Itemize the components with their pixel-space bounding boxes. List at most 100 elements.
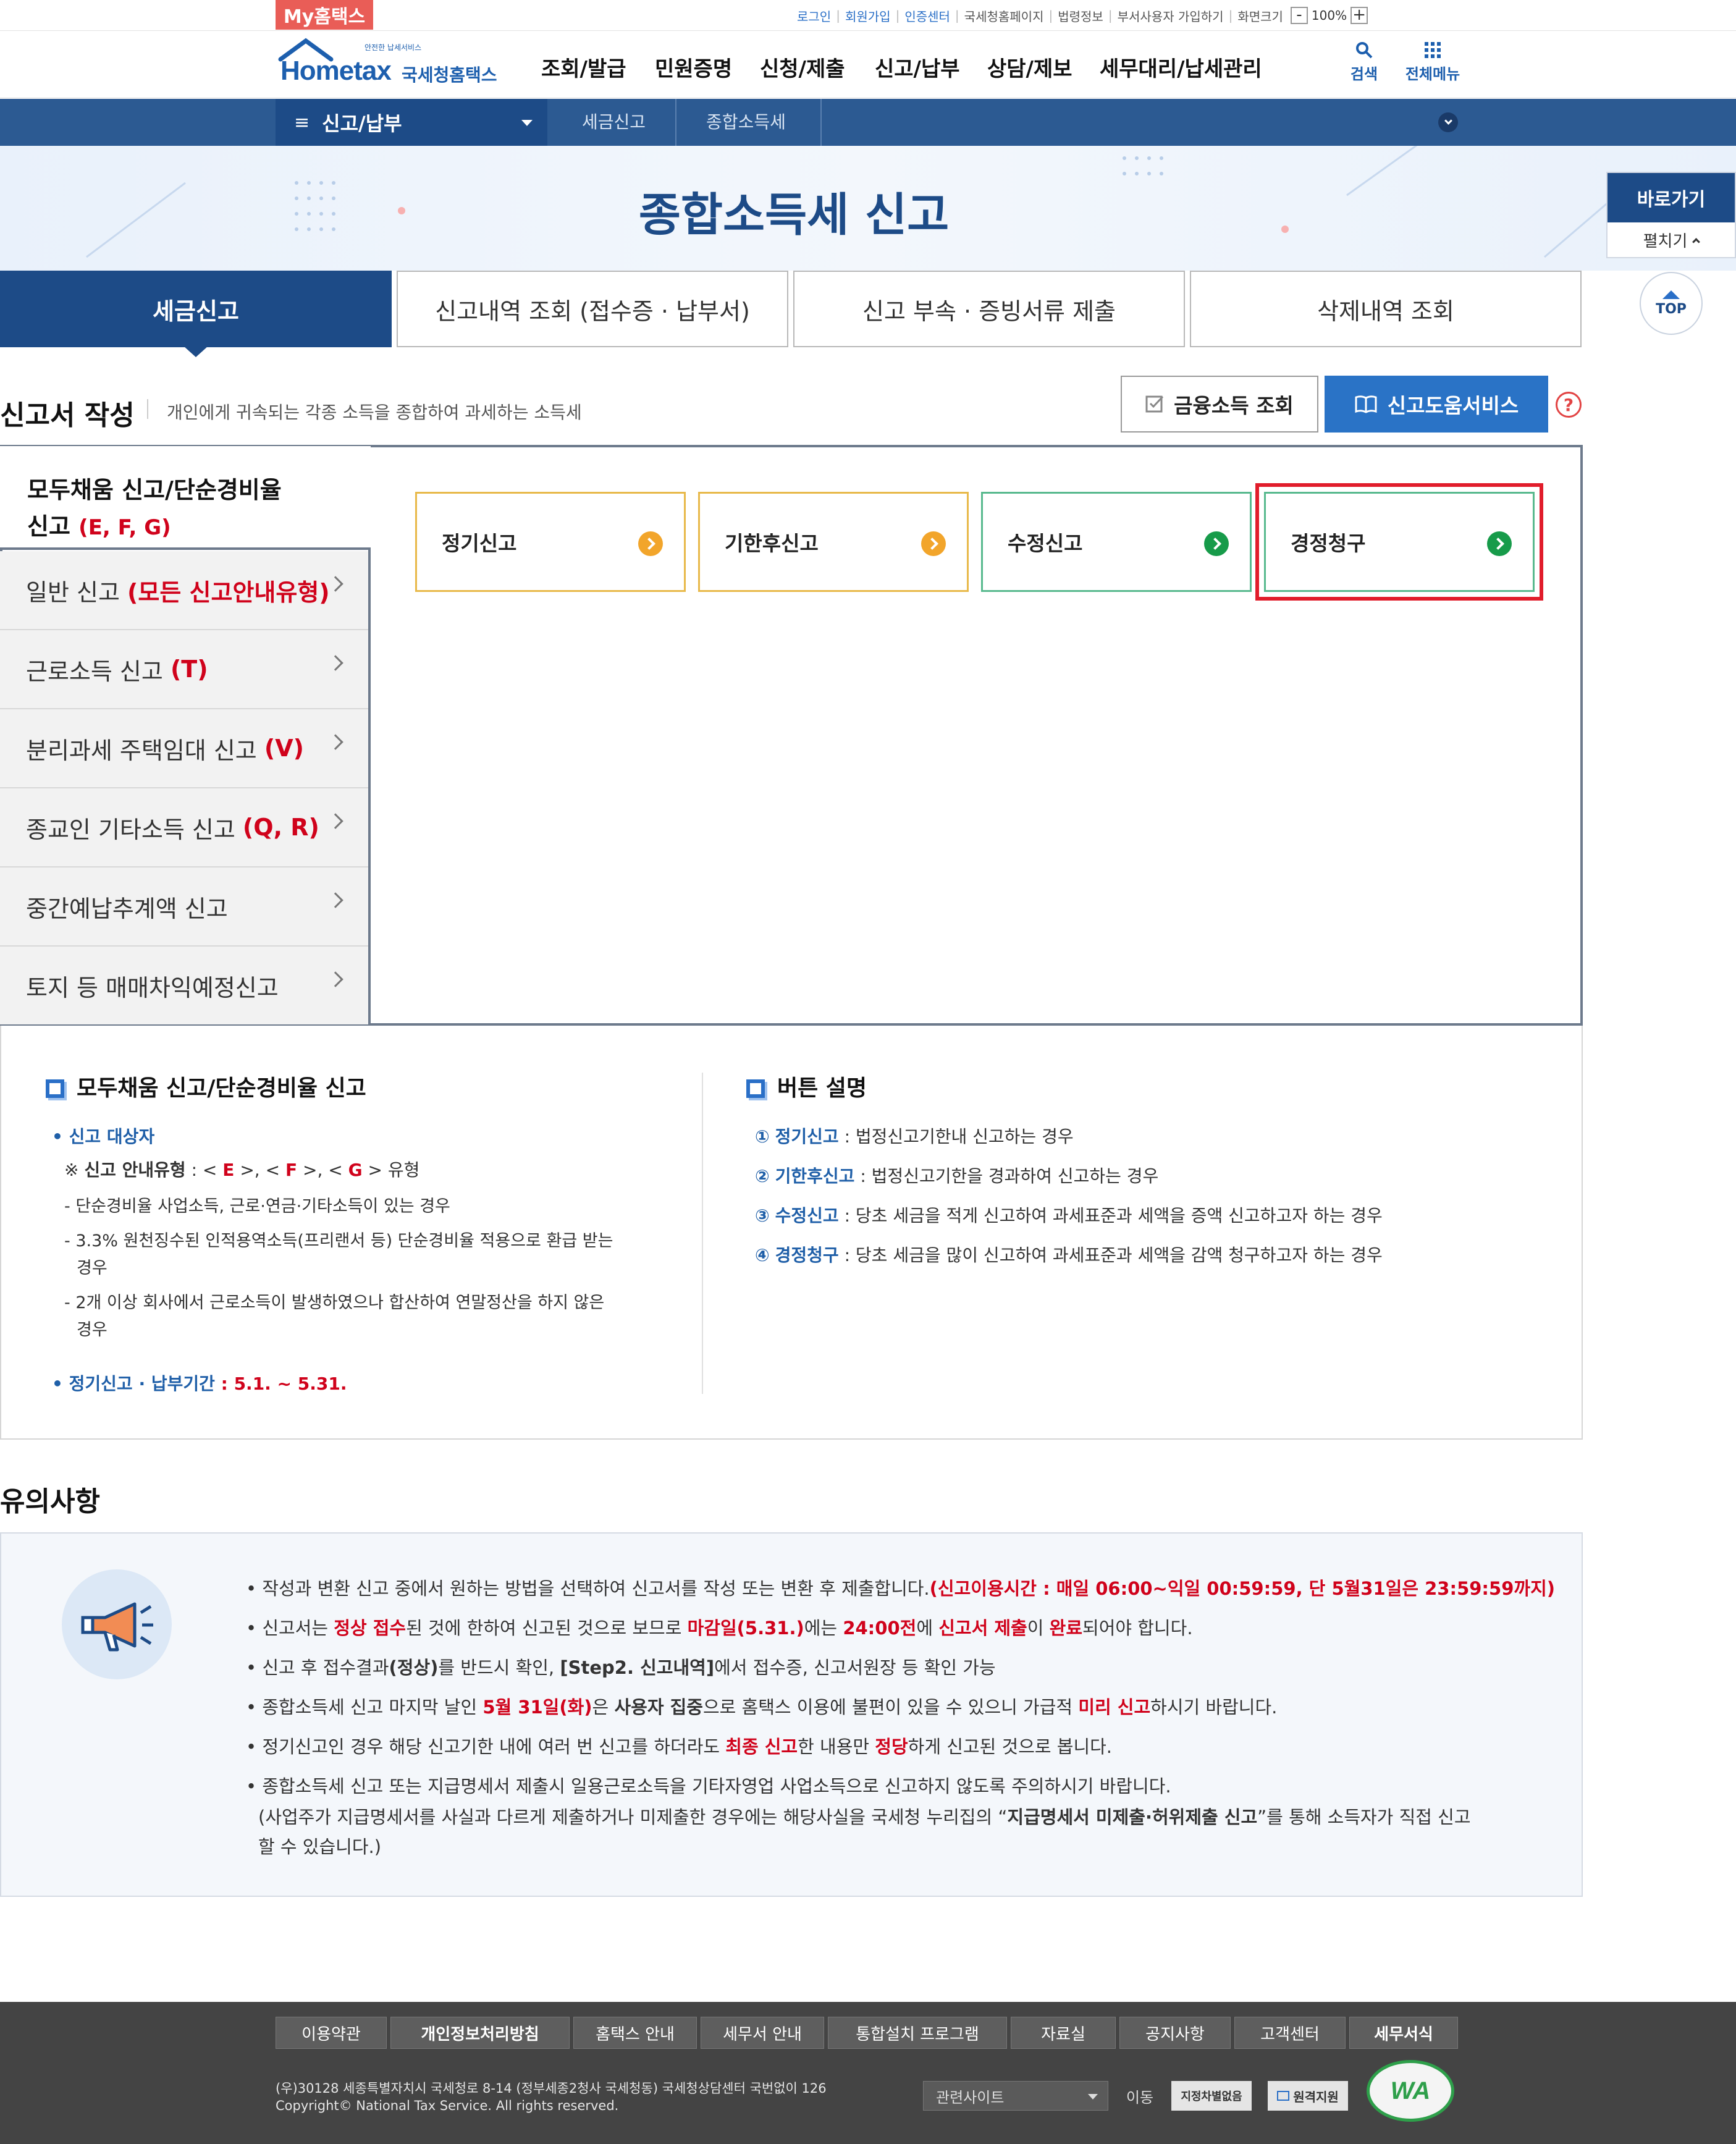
tab-deleted-history[interactable]: 삭제내역 조회 xyxy=(1190,271,1582,347)
checklist-icon xyxy=(1145,395,1164,413)
tab-report-history[interactable]: 신고내역 조회 (접수증 · 납부서) xyxy=(397,271,788,347)
card-label: 수정신고 xyxy=(1008,531,1083,555)
sidebar-item-general[interactable]: 일반 신고 (모든 신고안내유형) xyxy=(0,551,368,630)
top-label: TOP xyxy=(1656,301,1687,317)
amended-report-button[interactable]: 수정신고 xyxy=(981,492,1252,592)
logo-main: Hometax xyxy=(280,56,392,86)
footer-terms-link[interactable]: 이용약관 xyxy=(276,2017,387,2049)
square-bullet-icon xyxy=(746,1079,765,1098)
quick-menu-title[interactable]: 바로가기 xyxy=(1607,173,1735,222)
footer-privacy-link[interactable]: 개인정보처리방침 xyxy=(390,2017,570,2049)
section-desc: 개인에게 귀속되는 각종 소득을 종합하여 과세하는 소득세 xyxy=(167,402,582,423)
page-title: 종합소득세 신고 xyxy=(638,188,950,242)
sidebar-item-code: (T) xyxy=(170,656,208,683)
all-menu-button[interactable]: 전체메뉴 xyxy=(1399,41,1467,88)
report-help-button[interactable]: 신고도움서비스 xyxy=(1325,376,1548,433)
arrow-right-icon xyxy=(921,531,946,556)
related-site-select[interactable]: 관련사이트 xyxy=(923,2081,1108,2111)
sidebar-item-housing-rental[interactable]: 분리과세 주택임대 신고 (V) xyxy=(0,709,368,788)
footer-customer-center-link[interactable]: 고객센터 xyxy=(1234,2017,1346,2049)
info-column-divider xyxy=(702,1073,703,1394)
zoom-out-button[interactable]: - xyxy=(1290,7,1308,24)
card-label: 정기신고 xyxy=(442,531,517,555)
chevron-up-icon xyxy=(1692,237,1701,246)
sidebar-item-prefilled-simple[interactable]: 모두채움 신고/단순경비율 신고 (E, F, G) xyxy=(0,446,371,550)
all-menu-label: 전체메뉴 xyxy=(1405,65,1460,83)
bullet-freelancer-a: - 3.3% 원천징수된 인적용역소득(프리랜서 등) 단순경비율 적용으로 환… xyxy=(64,1231,613,1251)
notice-line-1: • 작성과 변환 신고 중에서 원하는 방법을 선택하여 신고서를 작성 또는 … xyxy=(246,1578,1556,1599)
sidebar-item-label: 분리과세 주택임대 신고 xyxy=(26,736,257,764)
finance-income-button[interactable]: 금융소득 조회 xyxy=(1121,376,1318,433)
period-line: • 정기신고 · 납부기간 : 5.1. ~ 5.31. xyxy=(52,1374,347,1394)
sidebar-active-label: 신고 xyxy=(27,513,70,540)
sidebar-active-codes: (E, F, G) xyxy=(78,515,171,540)
footer-archive-link[interactable]: 자료실 xyxy=(1011,2017,1116,2049)
breadcrumb-item-tax-report[interactable]: 세금신고 xyxy=(547,99,677,146)
footer-taxoffice-link[interactable]: 세무서 안내 xyxy=(701,2017,824,2049)
late-report-button[interactable]: 기한후신고 xyxy=(698,492,969,592)
bullet-simple-expense: - 단순경비율 사업소득, 근로·연금·기타소득이 있는 경우 xyxy=(64,1197,450,1216)
cert-center-link[interactable]: 인증센터 xyxy=(904,7,950,25)
chevron-right-icon xyxy=(327,892,343,908)
breadcrumb-item-income-tax[interactable]: 종합소득세 xyxy=(676,99,822,146)
footer-install-link[interactable]: 통합설치 프로그램 xyxy=(828,2017,1007,2049)
hometax-logo[interactable]: 안전한 납세서비스 Hometax 국세청홈택스 xyxy=(272,35,507,90)
my-hometax-tab[interactable]: My홈택스 xyxy=(276,0,373,30)
remote-support-button[interactable]: 원격지원 xyxy=(1268,2081,1348,2111)
info-left-heading: 모두채움 신고/단순경비율 신고 xyxy=(46,1070,366,1102)
law-info-link[interactable]: 법령정보 xyxy=(1058,7,1103,25)
sidebar-item-interim-prepay[interactable]: 중간예납추계액 신고 xyxy=(0,867,368,947)
caret-down-icon xyxy=(521,120,533,126)
tab-tax-report[interactable]: 세금신고 xyxy=(0,271,392,347)
gnb-apply-submit[interactable]: 신청/제출 xyxy=(760,52,845,82)
type-line: ※ 신고 안내유형 : < E >, < F >, < G > 유형 xyxy=(64,1160,420,1180)
tab-attach-submit[interactable]: 신고 부속 · 증빙서류 제출 xyxy=(793,271,1185,347)
chevron-right-icon xyxy=(327,813,343,829)
chevron-down-icon xyxy=(1444,117,1452,125)
highlight-box xyxy=(1255,483,1543,601)
gnb-report-pay[interactable]: 신고/납부 xyxy=(875,52,960,82)
related-site-move-button[interactable]: 이동 xyxy=(1116,2081,1164,2111)
search-button[interactable]: 검색 xyxy=(1346,41,1383,88)
gnb-tax-agent[interactable]: 세무대리/납세관리 xyxy=(1100,52,1262,82)
sidebar-top-border xyxy=(0,547,371,550)
gnb-civil-cert[interactable]: 민원증명 xyxy=(655,52,732,82)
login-link[interactable]: 로그인 xyxy=(797,7,831,25)
location-toggle-button[interactable] xyxy=(1438,112,1458,132)
tab-active-pointer xyxy=(183,346,208,357)
gnb-inquiry-issue[interactable]: 조회/발급 xyxy=(541,52,626,82)
sidebar-item-religious[interactable]: 종교인 기타소득 신고 (Q, R) xyxy=(0,788,368,867)
footer-copyright: Copyright© National Tax Service. All rig… xyxy=(276,2098,619,2113)
chevron-right-icon xyxy=(327,655,343,671)
notice-line-7: (사업주가 지급명세서를 사실과 다르게 제출하거나 미제출한 경우에는 해당사… xyxy=(258,1807,1471,1828)
zoom-in-button[interactable]: + xyxy=(1350,7,1368,24)
sidebar-item-code: (모든 신고안내유형) xyxy=(127,578,330,606)
arrow-up-icon xyxy=(1662,290,1680,299)
top-button[interactable]: TOP xyxy=(1640,272,1703,335)
quick-menu: 바로가기 펼치기 xyxy=(1606,172,1736,258)
help-question-icon[interactable]: ? xyxy=(1556,392,1582,418)
notice-line-4: • 종합소득세 신고 마지막 날인 5월 31일(화)은 사용자 집중으로 홈택… xyxy=(246,1697,1278,1718)
join-link[interactable]: 회원가입 xyxy=(845,7,891,25)
notice-line-3: • 신고 후 접수결과(정상)를 반드시 확인, [Step2. 신고내역]에서… xyxy=(246,1657,996,1678)
sidebar-item-code: (Q, R) xyxy=(242,814,319,841)
dept-user-join-link[interactable]: 부서사용자 가입하기 xyxy=(1118,7,1224,25)
related-site-label: 관련사이트 xyxy=(936,2088,1005,2106)
location-bar xyxy=(0,99,1736,146)
nts-homepage-link[interactable]: 국세청홈페이지 xyxy=(964,7,1044,25)
location-menu-select[interactable]: ≡ 신고/납부 xyxy=(276,99,547,146)
footer-notice-link[interactable]: 공지사항 xyxy=(1119,2017,1231,2049)
footer-hometax-guide-link[interactable]: 홈택스 안내 xyxy=(573,2017,697,2049)
sidebar-item-earned-income[interactable]: 근로소득 신고 (T) xyxy=(0,630,368,709)
arrow-right-icon xyxy=(1204,531,1229,556)
gnb-consult-tip[interactable]: 상담/제보 xyxy=(987,52,1072,82)
regular-report-button[interactable]: 정기신고 xyxy=(415,492,686,592)
breadcrumb: 세금신고 종합소득세 xyxy=(547,99,822,146)
sidebar-divider xyxy=(368,550,371,1026)
grid-menu-icon xyxy=(1425,42,1441,58)
desc-regular: ① 정기신고 : 법정신고기한내 신고하는 경우 xyxy=(755,1126,1074,1147)
sidebar-item-land-sale[interactable]: 토지 등 매매차익예정신고 xyxy=(0,947,368,1024)
sidebar-active-line2: 신고 (E, F, G) xyxy=(27,507,371,541)
quick-menu-expand[interactable]: 펼치기 xyxy=(1607,222,1735,257)
footer-tax-forms-link[interactable]: 세무서식 xyxy=(1349,2017,1458,2049)
